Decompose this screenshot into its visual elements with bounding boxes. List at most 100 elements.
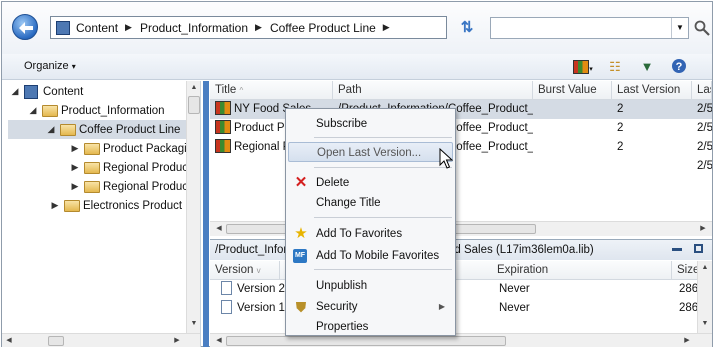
version-text: Version 2 [237,283,285,295]
scroll-down-icon[interactable]: ▼ [698,317,712,331]
pane-splitter[interactable] [203,81,209,347]
folder-open-icon [60,123,76,136]
menu-item-add-to-mobile-favorites[interactable]: MF Add To Mobile Favorites [288,246,453,266]
mouse-pointer-icon [439,148,453,169]
collapse-icon[interactable]: ◢ [10,86,20,97]
report-icon [215,120,231,134]
scroll-right-icon[interactable]: ▶ [680,334,694,348]
breadcrumb[interactable]: Content ▶ Product_Information ▶ Coffee Pro… [50,16,447,39]
shield-icon: ⛊ [295,299,307,315]
column-header-expiration[interactable]: Expiration [492,261,672,280]
breadcrumb-item[interactable]: Coffee Product Line ▶ [270,21,390,35]
tree-item-regional-product[interactable]: ▶ Regional Product [70,158,191,177]
menu-item-security[interactable]: ⛊ Security ▶ [288,297,453,317]
column-header-path[interactable]: Path [333,81,533,100]
folder-icon [84,161,100,174]
menu-item-add-to-favorites[interactable]: ★ Add To Favorites [288,224,453,244]
tree-item-coffee-product-line[interactable]: ◢ Coffee Product Line [8,120,186,139]
chevron-right-icon[interactable]: ▶ [125,22,132,33]
chevron-right-icon[interactable]: ▶ [383,22,390,33]
scroll-up-icon[interactable]: ▲ [187,81,200,95]
sort-icon: ^ [239,86,244,95]
tree-item-content[interactable]: ◢ Content [10,82,83,101]
breadcrumb-item[interactable]: Product_Information ▶ [140,21,262,35]
expand-icon[interactable]: ▶ [50,200,60,211]
tree-item-label: Product_Information [61,104,165,117]
version-cell: Version 2 [216,280,286,299]
help-icon[interactable]: ? [670,58,688,76]
breadcrumb-item[interactable]: Content ▶ [76,21,132,35]
back-arrow-icon [19,22,33,34]
mobile-favorites-icon: MF [293,249,307,263]
search-input[interactable]: ▼ [490,17,689,39]
expiration-cell: Never [499,283,530,295]
organize-menu-button[interactable]: Organize ▾ [24,60,76,72]
collapse-icon[interactable]: ◢ [46,124,56,135]
context-menu: Subscribe Open Last Version... ✕ Delete … [285,108,456,336]
column-header-title[interactable]: Title ^ [210,81,333,100]
document-icon [221,281,232,295]
scroll-left-icon[interactable]: ◀ [212,222,226,236]
refresh-icon[interactable]: ⇅ [458,19,476,37]
menu-item-unpublish[interactable]: Unpublish [288,276,453,296]
scrollbar-thumb[interactable] [226,336,506,346]
column-header-las[interactable]: Las [692,81,712,100]
version-cell: Version 1 [216,299,286,318]
document-icon [221,300,232,314]
expand-icon[interactable]: ▶ [70,143,80,154]
menu-item-label: Open Last Version... [317,147,422,159]
folder-icon [64,199,80,212]
tree-item-label: Content [43,85,84,98]
menu-item-label: Subscribe [316,118,368,130]
menu-item-subscribe[interactable]: Subscribe [288,114,453,134]
tree-item-label: Electronics Product Li [83,199,195,212]
chevron-right-icon[interactable]: ▶ [255,22,262,33]
menu-item-properties[interactable]: Properties [288,317,453,337]
column-header-version[interactable]: Version v [210,261,280,280]
tree-item-label: Regional Product [103,161,192,174]
report-icon [215,101,231,115]
expand-icon[interactable]: ▶ [70,162,80,173]
scroll-left-icon[interactable]: ◀ [2,334,16,347]
organize-label: Organize [24,60,69,72]
tree-item-product-information[interactable]: ◢ Product_Information [28,101,165,120]
scroll-right-icon[interactable]: ▶ [170,334,184,347]
columns-icon[interactable]: ☷ [606,58,624,76]
menu-item-label: Add To Favorites [316,228,403,240]
expand-icon[interactable]: ▶ [70,181,80,192]
las-cell: 2/5 [697,141,712,153]
minimize-icon[interactable]: ▬ [672,244,682,254]
new-report-icon[interactable]: ▾ [570,58,596,76]
caret-down-icon: ▾ [71,62,76,71]
scroll-up-icon[interactable]: ▲ [698,261,712,275]
tree-horizontal-scrollbar[interactable]: ◀ ▶ [2,333,200,347]
tree-item-electronics-product-line[interactable]: ▶ Electronics Product Li [50,196,194,215]
folder-icon [84,142,100,155]
scroll-down-icon[interactable]: ▼ [187,317,200,331]
column-header-last-version[interactable]: Last Version [612,81,692,100]
grid-header: Title ^ Path Burst Value Last Version La… [210,81,712,100]
folder-icon [42,104,58,117]
tree-item-regional-product[interactable]: ▶ Regional Product [70,177,191,196]
column-header-burst-value[interactable]: Burst Value [533,81,612,100]
collapse-icon[interactable]: ◢ [28,105,38,116]
scrollbar-thumb[interactable] [188,96,200,114]
menu-item-open-last-version[interactable]: Open Last Version... [288,142,453,162]
scroll-left-icon[interactable]: ◀ [212,334,226,348]
tree-vertical-scrollbar[interactable]: ▲ ▼ [186,81,200,333]
maximize-icon[interactable] [694,244,703,253]
filter-icon[interactable]: ▼ [638,58,656,76]
menu-item-label: Properties [316,321,369,333]
detail-vertical-scrollbar[interactable]: ▲ ▼ [697,261,712,333]
scrollbar-thumb[interactable] [48,336,64,346]
tree-item-product-packaging[interactable]: ▶ Product Packaging [70,139,200,158]
search-icon[interactable] [694,20,710,39]
back-button[interactable] [12,14,38,40]
scroll-right-icon[interactable]: ▶ [696,222,710,236]
menu-item-delete[interactable]: ✕ Delete [288,173,453,193]
toolbar: Organize ▾ ▾ ☷ ▼ ? [2,54,712,80]
repository-icon [56,20,70,35]
breadcrumb-label: Coffee Product Line [269,20,376,35]
menu-item-change-title[interactable]: Change Title [288,193,453,213]
search-dropdown-icon[interactable]: ▼ [671,18,688,38]
